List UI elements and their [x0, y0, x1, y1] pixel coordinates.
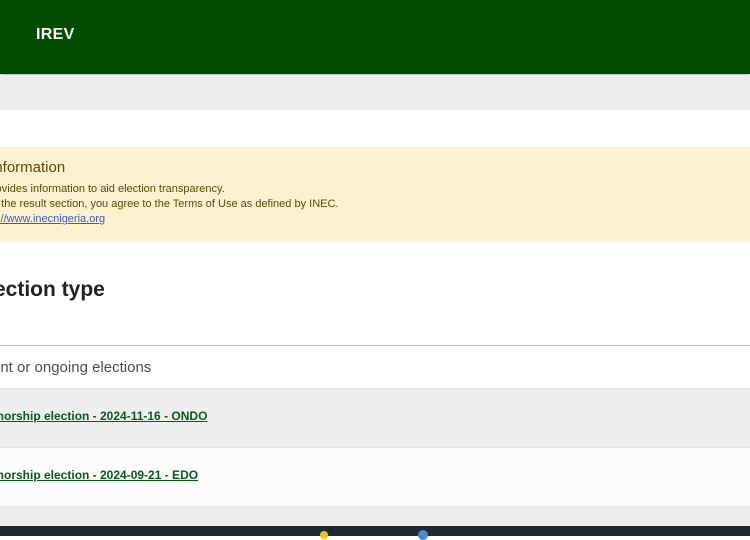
inec-website-link[interactable]: s://www.inecnigeria.org [0, 213, 105, 225]
information-alert: information rovides information to aid e… [0, 147, 750, 241]
top-navbar: IREV [0, 0, 750, 74]
info-text-line-1: rovides information to aid election tran… [0, 183, 225, 195]
info-text-line-2: o the result section, you agree to the T… [0, 198, 339, 210]
elections-list: ent or ongoing elections rnorship electi… [0, 345, 750, 527]
list-header: ent or ongoing elections [0, 346, 750, 388]
list-item [0, 506, 750, 527]
list-item: rnorship election - 2024-11-16 - ONDO [0, 388, 750, 447]
list-item: rnorship election - 2024-09-21 - EDO [0, 447, 750, 506]
breadcrumb-bar [0, 75, 750, 110]
page-title: ection type [0, 278, 105, 301]
election-link-edo[interactable]: rnorship election - 2024-09-21 - EDO [0, 468, 198, 482]
taskbar-browser-icon[interactable] [418, 530, 428, 540]
brand-logo-text[interactable]: IREV [36, 26, 75, 44]
taskbar-app-icon[interactable] [320, 531, 328, 539]
os-taskbar [0, 526, 750, 540]
election-link-ondo[interactable]: rnorship election - 2024-11-16 - ONDO [0, 409, 207, 423]
info-title: information [0, 159, 66, 176]
